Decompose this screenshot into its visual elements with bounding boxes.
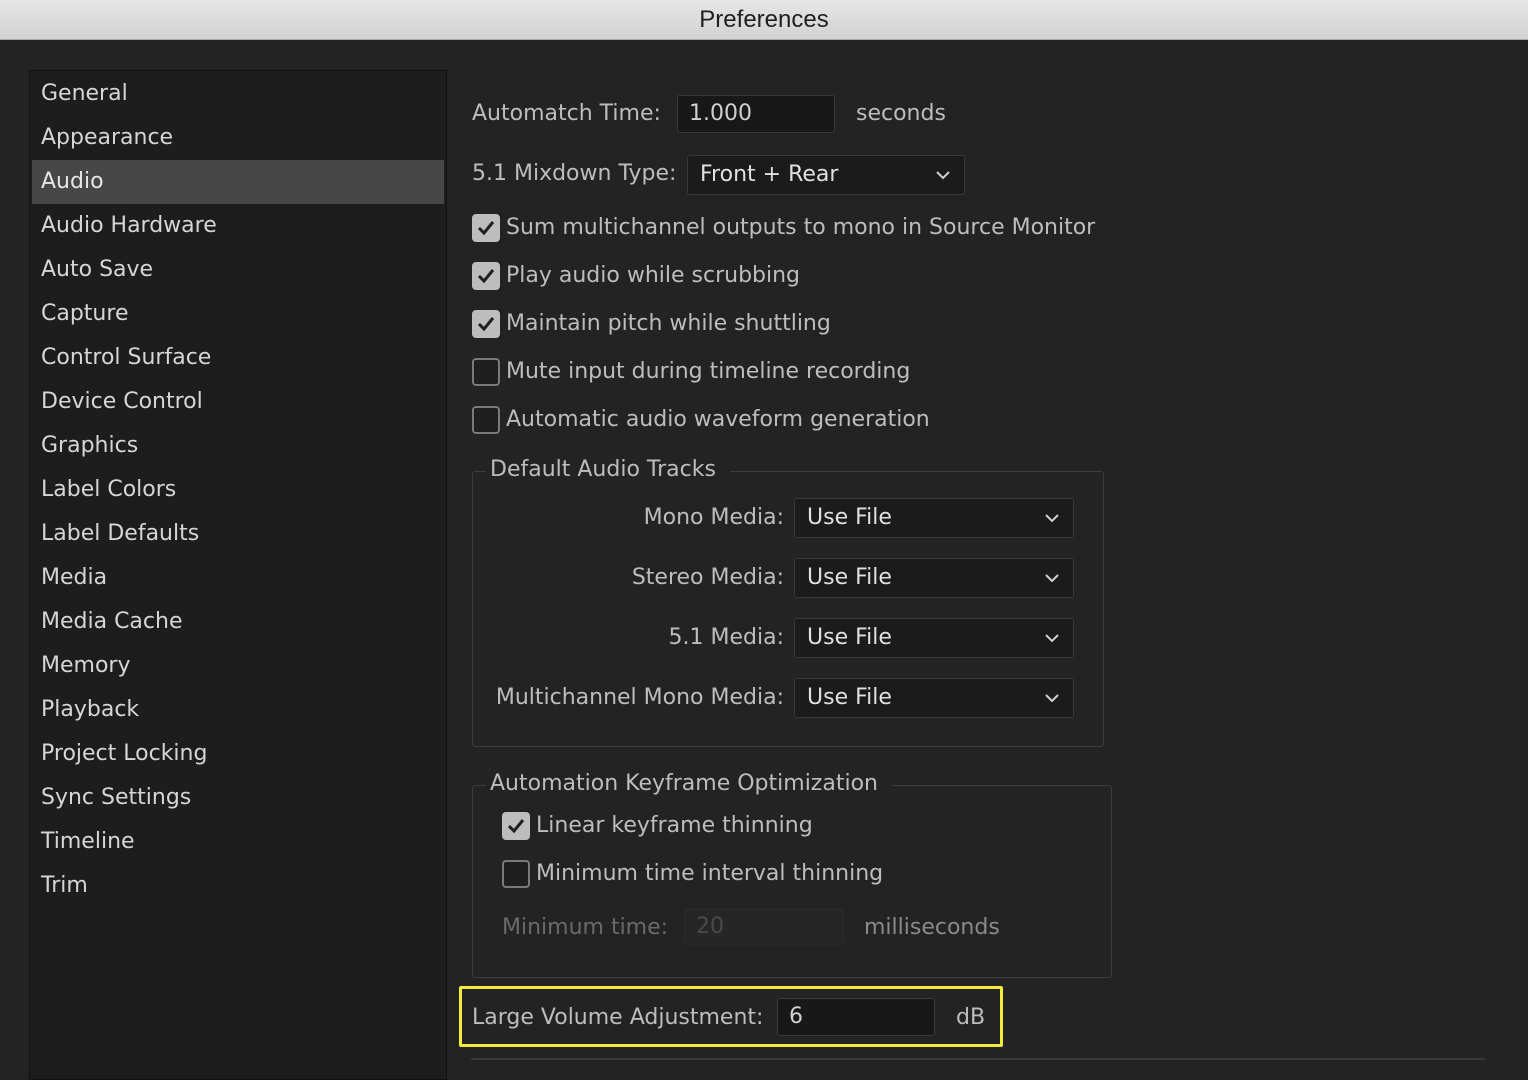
sidebar-item-memory[interactable]: Memory — [32, 644, 444, 688]
stereo-media-label: Stereo Media: — [631, 565, 784, 590]
maintain-pitch-label[interactable]: Maintain pitch while shuttling — [506, 309, 831, 339]
chevron-down-icon — [1045, 514, 1059, 523]
play-audio-scrubbing-label[interactable]: Play audio while scrubbing — [506, 261, 800, 291]
sidebar-item-media-cache[interactable]: Media Cache — [32, 600, 444, 644]
mute-input-label[interactable]: Mute input during timeline recording — [506, 357, 910, 387]
multichannel-mono-media-label: Multichannel Mono Media: — [495, 685, 784, 710]
large-volume-label: Large Volume Adjustment: — [472, 1005, 764, 1030]
multichannel-mono-media-dropdown[interactable]: Use File — [794, 678, 1074, 718]
min-interval-thinning-checkbox[interactable] — [502, 860, 530, 888]
sidebar-item-appearance[interactable]: Appearance — [32, 116, 444, 160]
play-audio-scrubbing-checkbox[interactable] — [472, 262, 500, 290]
sidebar-item-auto-save[interactable]: Auto Save — [32, 248, 444, 292]
chevron-down-icon — [1045, 634, 1059, 643]
window-title: Preferences — [0, 0, 1528, 40]
sidebar-item-project-locking[interactable]: Project Locking — [32, 732, 444, 776]
checkmark-icon — [477, 317, 495, 332]
sidebar-item-device-control[interactable]: Device Control — [32, 380, 444, 424]
sidebar-item-trim[interactable]: Trim — [32, 864, 444, 908]
five-one-media-value: Use File — [807, 625, 892, 650]
five-one-media-label: 5.1 Media: — [668, 625, 784, 650]
checkmark-icon — [477, 269, 495, 284]
linear-keyframe-thinning-label[interactable]: Linear keyframe thinning — [536, 811, 813, 841]
mute-input-checkbox[interactable] — [472, 358, 500, 386]
large-volume-unit: dB — [956, 1005, 986, 1030]
sidebar-item-capture[interactable]: Capture — [32, 292, 444, 336]
sidebar-item-label-defaults[interactable]: Label Defaults — [32, 512, 444, 556]
default-audio-tracks-title: Default Audio Tracks — [486, 455, 730, 485]
chevron-down-icon — [1045, 694, 1059, 703]
mono-media-dropdown[interactable]: Use File — [794, 498, 1074, 538]
automatch-time-label: Automatch Time: — [472, 101, 661, 126]
large-volume-input[interactable]: 6 — [777, 998, 935, 1036]
divider — [471, 1058, 1485, 1060]
sidebar-item-graphics[interactable]: Graphics — [32, 424, 444, 468]
stereo-media-value: Use File — [807, 565, 892, 590]
chevron-down-icon — [936, 171, 950, 180]
min-time-input[interactable]: 20 — [684, 908, 844, 946]
sidebar-item-playback[interactable]: Playback — [32, 688, 444, 732]
min-time-label: Minimum time: — [502, 915, 669, 940]
sidebar-item-general[interactable]: General — [32, 72, 444, 116]
maintain-pitch-checkbox[interactable] — [472, 310, 500, 338]
automatch-time-input[interactable]: 1.000 — [677, 95, 835, 133]
min-interval-thinning-label[interactable]: Minimum time interval thinning — [536, 859, 883, 889]
sidebar-item-control-surface[interactable]: Control Surface — [32, 336, 444, 380]
mixdown-type-label: 5.1 Mixdown Type: — [472, 161, 677, 186]
preferences-category-list: General Appearance Audio Audio Hardware … — [29, 70, 447, 1080]
mono-media-value: Use File — [807, 505, 892, 530]
sum-multichannel-label[interactable]: Sum multichannel outputs to mono in Sour… — [506, 213, 1095, 243]
multichannel-mono-media-value: Use File — [807, 685, 892, 710]
checkmark-icon — [507, 819, 525, 834]
min-time-unit: milliseconds — [864, 915, 1000, 940]
sum-multichannel-checkbox[interactable] — [472, 214, 500, 242]
sidebar-item-timeline[interactable]: Timeline — [32, 820, 444, 864]
keyframe-optimization-title: Automation Keyframe Optimization — [486, 769, 892, 799]
sidebar-item-label-colors[interactable]: Label Colors — [32, 468, 444, 512]
checkmark-icon — [477, 221, 495, 236]
sidebar-item-media[interactable]: Media — [32, 556, 444, 600]
waveform-generation-checkbox[interactable] — [472, 406, 500, 434]
mono-media-label: Mono Media: — [643, 505, 784, 530]
sidebar-item-sync-settings[interactable]: Sync Settings — [32, 776, 444, 820]
linear-keyframe-thinning-checkbox[interactable] — [502, 812, 530, 840]
stereo-media-dropdown[interactable]: Use File — [794, 558, 1074, 598]
five-one-media-dropdown[interactable]: Use File — [794, 618, 1074, 658]
mixdown-type-value: Front + Rear — [700, 162, 839, 187]
automatch-time-unit: seconds — [856, 101, 946, 126]
waveform-generation-label[interactable]: Automatic audio waveform generation — [506, 405, 930, 435]
mixdown-type-dropdown[interactable]: Front + Rear — [687, 155, 965, 195]
sidebar-item-audio[interactable]: Audio — [32, 160, 444, 204]
sidebar-item-audio-hardware[interactable]: Audio Hardware — [32, 204, 444, 248]
chevron-down-icon — [1045, 574, 1059, 583]
